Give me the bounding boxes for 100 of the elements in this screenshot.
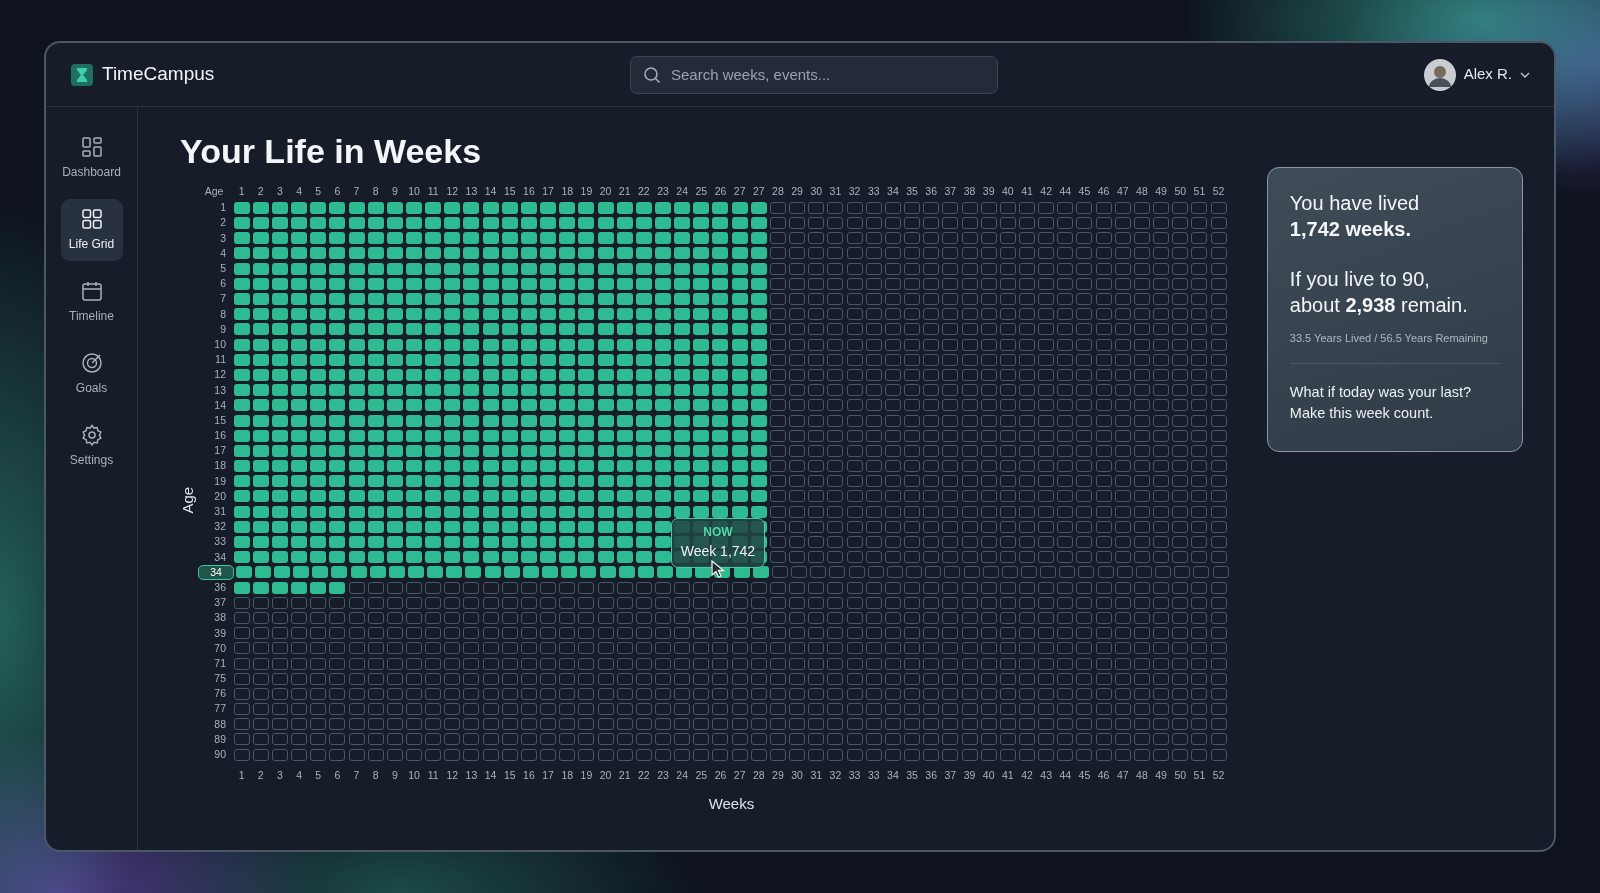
week-number: 8 [371,770,380,781]
week-number: 51 [1192,185,1207,197]
week-number: 33 [847,770,862,781]
tooltip-text: Week 1,742 [680,542,756,562]
age-label: 31 [213,504,227,520]
week-number: 39 [981,185,996,197]
age-label: 5 [219,261,227,277]
week-number: 31 [809,770,824,781]
user-name[interactable]: Alex R. [1463,63,1512,86]
age-label: 2 [219,215,227,231]
week-number: 5 [314,185,323,197]
week-number: 50 [1173,770,1188,781]
age-label: 9 [219,321,227,337]
sidebar-item[interactable]: Life Grid [60,199,123,261]
age-label: 6 [219,276,227,292]
week-number: 6 [333,185,342,197]
age-label: 7 [219,291,227,307]
axis-label: Weeks [708,793,755,814]
week-number: 30 [809,185,824,197]
age-label: 70 [213,640,227,656]
week-number: 41 [1001,770,1015,781]
remaining-text: If you live to 90, about 2,938 remain. [1289,267,1469,318]
week-number: 43 [1039,770,1053,781]
week-number: 15 [502,770,517,781]
week-number: 50 [1173,185,1188,197]
lived-text: You have lived 1,742 weeks. [1289,191,1421,242]
week-number: 17 [541,770,555,781]
week-number: 10 [407,770,421,781]
week-number: 11 [426,770,440,781]
week-number: 28 [751,770,766,781]
week-number: 22 [637,770,651,781]
age-label: 32 [213,519,227,535]
week-number: 34 [886,185,900,197]
week-number: 38 [962,185,977,197]
age-label: 11 [214,352,227,368]
week-number: 48 [1135,770,1149,781]
tooltip-label: NOW [703,524,733,542]
age-label: 76 [213,686,227,702]
week-number: 4 [295,770,303,781]
week-number: 14 [483,770,498,781]
sidebar-item[interactable]: Settings [60,415,123,477]
week-number: 49 [1154,770,1168,781]
week-number: 18 [560,770,575,781]
week-number: 45 [1077,185,1092,197]
week-number: 37 [943,770,958,781]
app-name: TimeCampus [102,62,215,87]
age-label: 13 [213,382,227,398]
week-number: 19 [579,770,594,781]
week-number: 40 [1001,185,1015,197]
age-label: 39 [213,625,227,641]
week-number: 32 [828,770,843,781]
search-field[interactable]: Search weeks, events... [630,55,998,94]
week-number: 23 [656,185,670,197]
week-number: 45 [1077,770,1092,781]
week-number: 22 [637,185,651,197]
years-caption: 33.5 Years Lived / 56.5 Years Remaining [1289,331,1489,346]
age-label: 15 [213,412,227,428]
week-number: 3 [275,770,284,781]
week-number: 26 [713,185,728,197]
age-label: 3 [219,230,227,246]
week-number: 48 [1135,185,1149,197]
week-number: 27 [732,185,747,197]
week-number: 47 [1115,185,1130,197]
week-number: 13 [464,770,479,781]
sidebar-item[interactable]: Timeline [60,271,123,333]
week-number: 36 [924,770,939,781]
axis-label: Age [203,185,225,197]
week-number: 12 [445,770,460,781]
age-label: 75 [213,671,227,687]
week-number: 44 [1058,770,1073,781]
week-number: 10 [407,185,421,197]
week-number: 51 [1192,770,1207,781]
week-number: 14 [483,185,498,197]
week-number: 49 [1154,185,1168,197]
week-number: 21 [617,770,632,781]
week-number: 35 [905,770,919,781]
age-label: 77 [213,701,227,717]
age-label: 71 [213,655,227,671]
page-title: Your Life in Weeks [180,131,483,172]
sidebar-item[interactable]: Goals [60,343,123,405]
week-number: 18 [560,185,575,197]
week-number: 52 [1211,185,1226,197]
week-number: 37 [943,185,958,197]
age-label: 10 [213,337,227,352]
age-label: 12 [213,367,227,383]
week-number: 27 [751,185,766,197]
week-number: 33 [866,770,881,781]
week-number: 1 [237,185,246,197]
week-number: 9 [390,770,399,781]
week-number: 52 [1211,770,1226,781]
sidebar-item[interactable]: Dashboard [60,127,123,189]
age-label: 14 [213,397,227,413]
week-number: 41 [1020,185,1034,197]
week-number: 42 [1020,770,1034,781]
week-number: 24 [675,185,689,197]
week-number: 2 [256,185,265,197]
week-number: 32 [847,185,862,197]
week-number: 21 [617,185,632,197]
week-number: 7 [352,770,361,781]
week-number: 20 [598,185,613,197]
